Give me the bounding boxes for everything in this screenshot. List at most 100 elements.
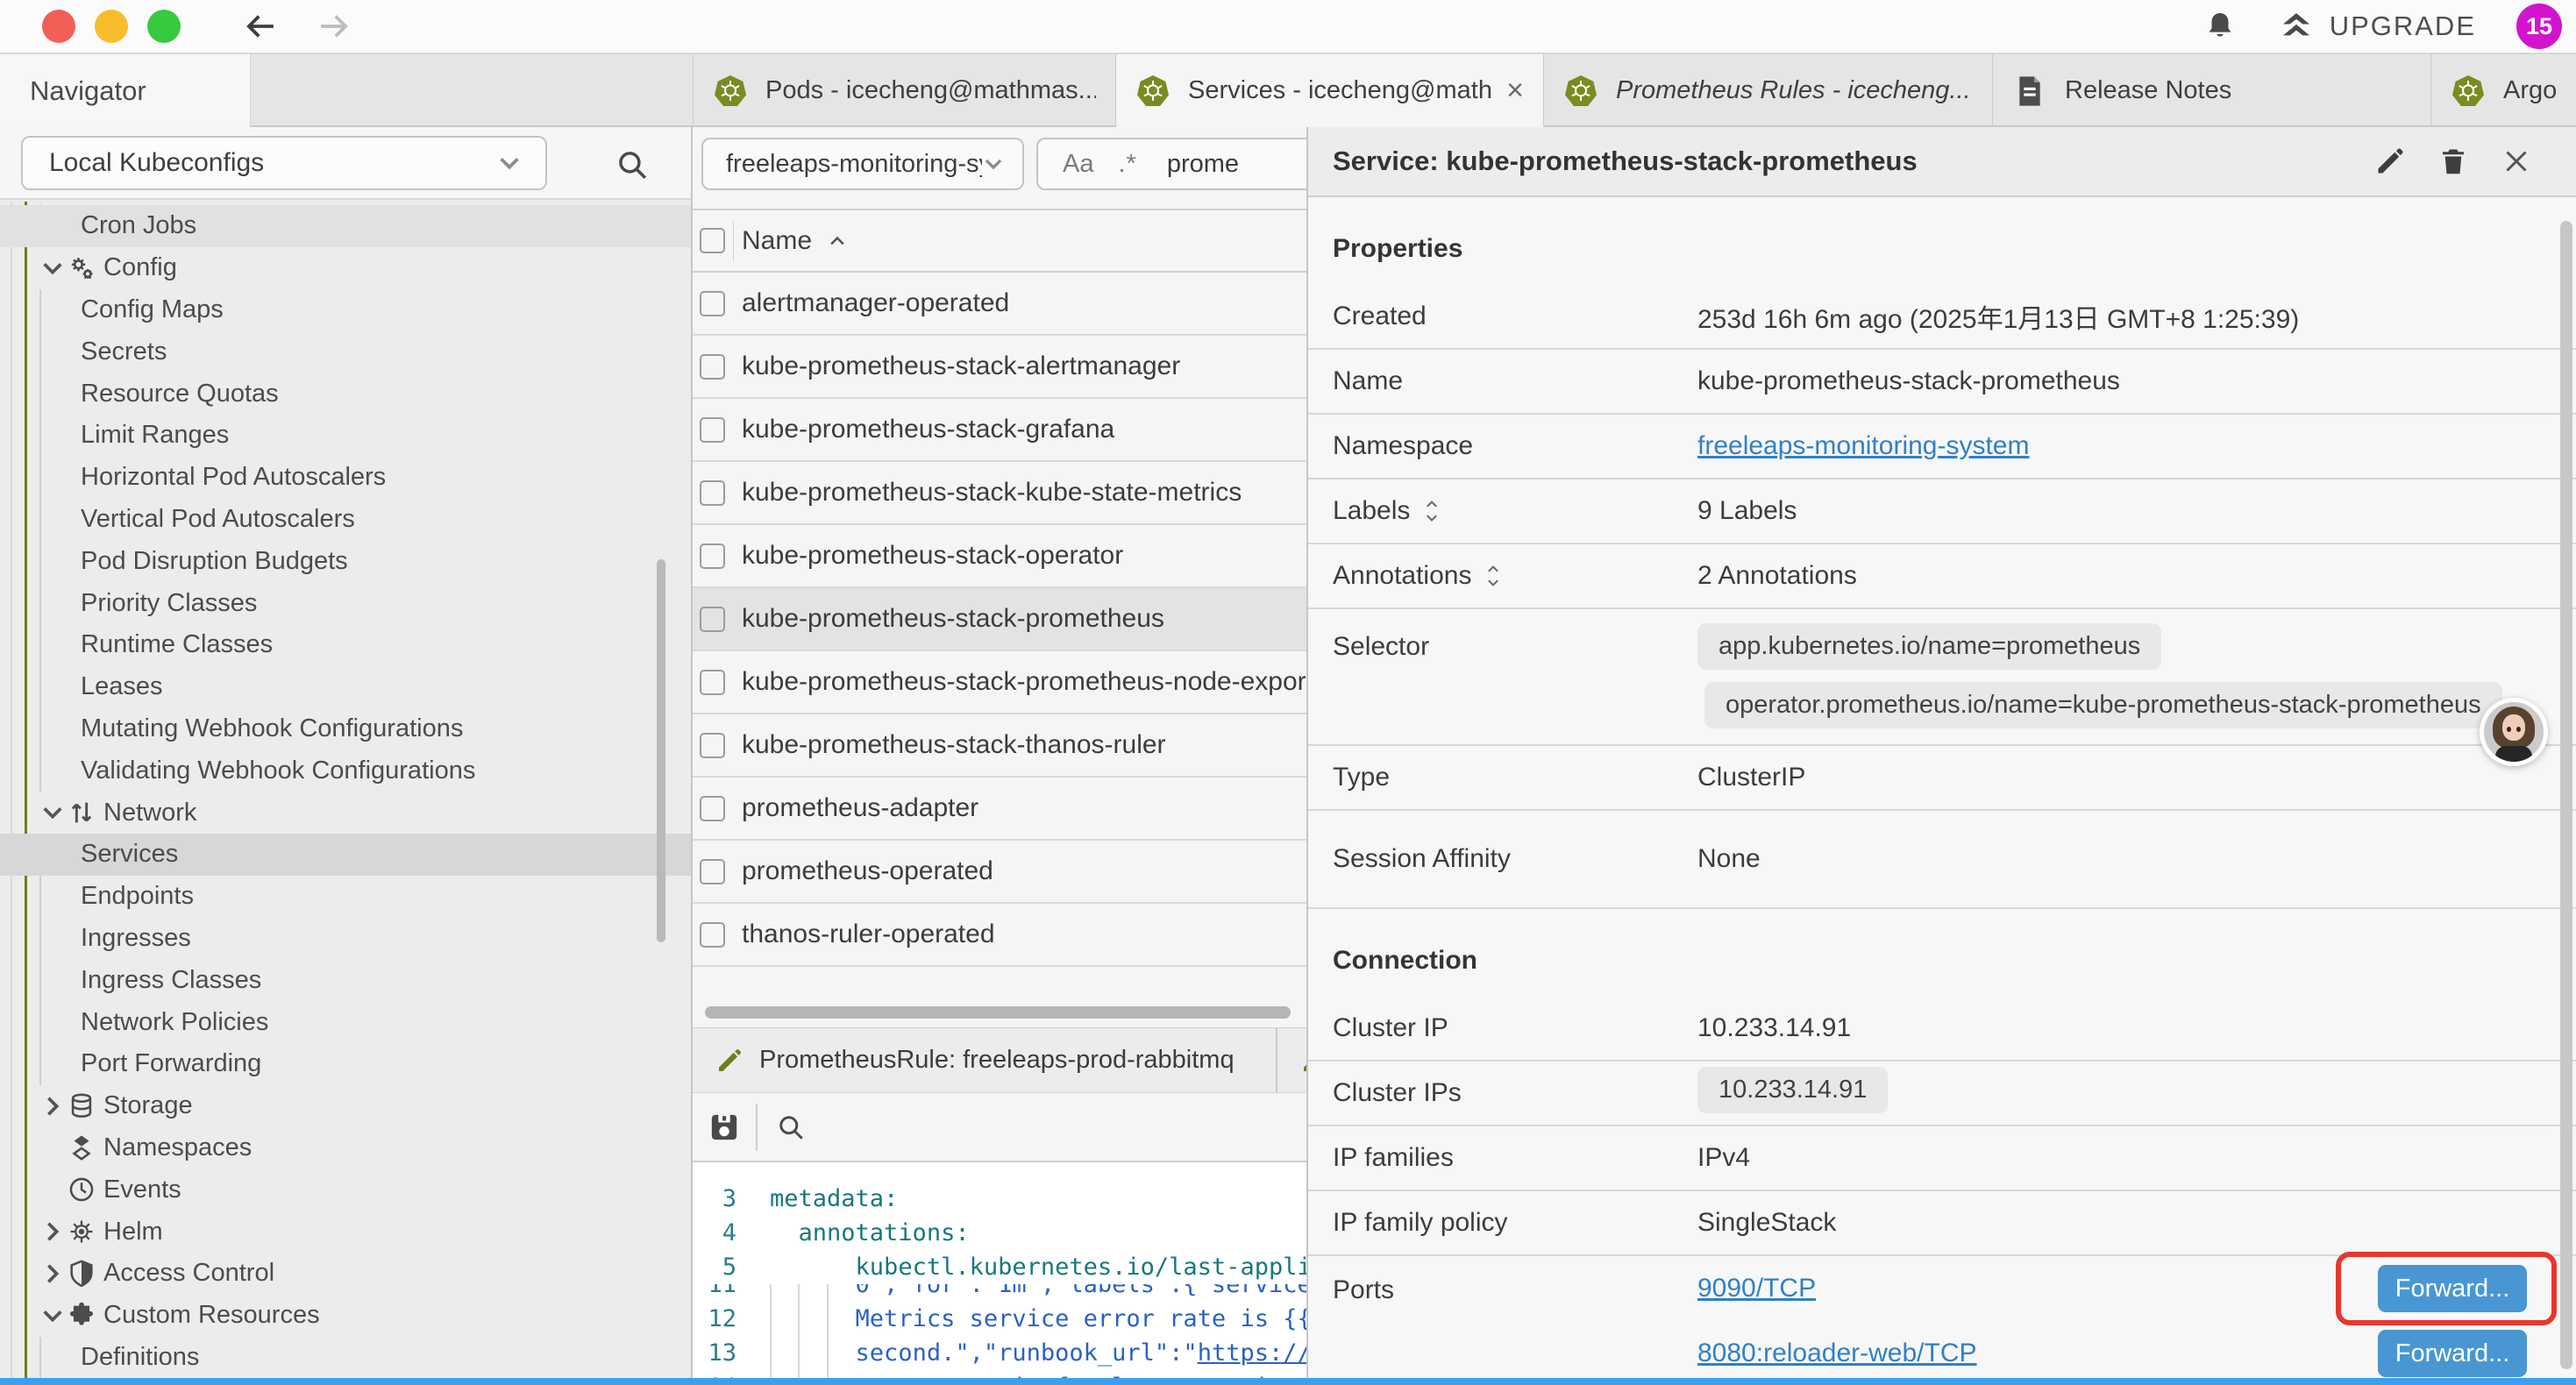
sidebar-item-config[interactable]: Config <box>0 247 691 289</box>
tab-pods-icecheng-mathmas[interactable]: Pods - icecheng@mathmas... × <box>694 54 1116 127</box>
sidebar-item-mutating-webhook-configurations[interactable]: Mutating Webhook Configurations <box>0 708 691 750</box>
kubeconfig-selector[interactable]: Local Kubeconfigs <box>21 136 547 190</box>
sidebar-item-priority-classes[interactable]: Priority Classes <box>0 582 691 624</box>
table-row-7[interactable]: kube-prometheus-stack-thanos-ruler <box>693 714 1306 778</box>
port-link-8080-reloader-web-tcp[interactable]: 8080:reloader-web/TCP <box>1697 1339 1977 1368</box>
editor-tab-1[interactable] <box>1277 1028 1306 1092</box>
chevron-down-icon[interactable] <box>39 257 67 280</box>
row-checkbox[interactable] <box>700 417 725 443</box>
sidebar-search-icon[interactable] <box>614 146 651 183</box>
chevron-down-icon[interactable] <box>39 1304 67 1327</box>
selector-chip[interactable]: app.kubernetes.io/name=prometheus <box>1697 623 2161 670</box>
edit-button[interactable] <box>2374 146 2406 177</box>
yaml-editor[interactable]: 3metadata:4annotations:5kubectl.kubernet… <box>693 1162 1306 1378</box>
row-checkbox[interactable] <box>700 670 725 695</box>
sidebar-item-access-control[interactable]: Access Control <box>0 1253 691 1295</box>
close-window-button[interactable] <box>42 10 75 43</box>
table-row-10[interactable]: thanos-ruler-operated <box>693 904 1306 967</box>
row-checkbox[interactable] <box>700 922 725 948</box>
close-button[interactable] <box>2501 146 2532 177</box>
sidebar-item-port-forwarding[interactable]: Port Forwarding <box>0 1043 691 1085</box>
sidebar-item-horizontal-pod-autoscalers[interactable]: Horizontal Pod Autoscalers <box>0 457 691 499</box>
tab-prometheus-rules-icecheng[interactable]: Prometheus Rules - icecheng... × <box>1544 54 1993 127</box>
table-row-8[interactable]: prometheus-adapter <box>693 778 1306 841</box>
row-checkbox[interactable] <box>700 859 725 884</box>
back-arrow-icon[interactable] <box>242 8 279 45</box>
chevron-down-icon[interactable] <box>39 801 67 824</box>
editor-search-icon[interactable] <box>775 1112 807 1143</box>
chevron-right-icon[interactable] <box>39 1220 67 1243</box>
selector-chip[interactable]: operator.prometheus.io/name=kube-prometh… <box>1704 682 2502 728</box>
table-row-2[interactable]: kube-prometheus-stack-grafana <box>693 399 1306 462</box>
row-checkbox[interactable] <box>700 480 725 506</box>
drawer-scrollbar-thumb[interactable] <box>2560 221 2572 1369</box>
row-checkbox[interactable] <box>700 733 725 758</box>
expand-collapse-icon[interactable] <box>1422 498 1441 524</box>
regex-toggle[interactable]: .* <box>1118 150 1136 179</box>
sidebar-item-runtime-classes[interactable]: Runtime Classes <box>0 624 691 666</box>
row-checkbox[interactable] <box>700 354 725 380</box>
save-icon[interactable] <box>707 1110 742 1145</box>
name-column-header[interactable]: Name <box>742 210 847 271</box>
sidebar-item-secrets[interactable]: Secrets <box>0 330 691 373</box>
sidebar-item-custom-resources[interactable]: Custom Resources <box>0 1295 691 1337</box>
sidebar-item-network[interactable]: Network <box>0 792 691 834</box>
tab-argo-se[interactable]: Argo Se × <box>2431 54 2576 127</box>
sidebar-scrollbar-thumb[interactable] <box>657 559 665 942</box>
sidebar-item-events[interactable]: Events <box>0 1168 691 1211</box>
close-tab-icon[interactable]: × <box>1506 74 1524 108</box>
sidebar-item-validating-webhook-configurations[interactable]: Validating Webhook Configurations <box>0 749 691 792</box>
sidebar-item-network-policies[interactable]: Network Policies <box>0 1001 691 1043</box>
horizontal-scrollbar-thumb[interactable] <box>705 1006 1291 1019</box>
table-row-3[interactable]: kube-prometheus-stack-kube-state-metrics <box>693 462 1306 525</box>
sidebar-item-helm[interactable]: Helm <box>0 1211 691 1253</box>
row-checkbox[interactable] <box>700 543 725 569</box>
minimize-window-button[interactable] <box>95 10 128 43</box>
forward-button[interactable]: Forward... <box>2378 1330 2527 1377</box>
chevron-right-icon[interactable] <box>39 1262 67 1285</box>
user-avatar[interactable] <box>2480 698 2548 766</box>
sidebar-item-leases[interactable]: Leases <box>0 666 691 708</box>
sidebar-item-services[interactable]: Services <box>0 834 691 876</box>
table-row-0[interactable]: alertmanager-operated <box>693 273 1306 336</box>
namespace-link[interactable]: freeleaps-monitoring-system <box>1697 431 2029 460</box>
tab-navigator[interactable]: Navigator <box>0 54 251 127</box>
sidebar-item-config-maps[interactable]: Config Maps <box>0 289 691 331</box>
bell-icon[interactable] <box>2203 9 2237 44</box>
tab-services-icecheng-math[interactable]: Services - icecheng@math... × <box>1116 54 1544 127</box>
sidebar-item-limit-ranges[interactable]: Limit Ranges <box>0 415 691 457</box>
expand-collapse-icon[interactable] <box>1484 563 1503 589</box>
forward-button[interactable]: Forward... <box>2378 1265 2527 1312</box>
sidebar-item-storage[interactable]: Storage <box>0 1085 691 1127</box>
sidebar-item-ingresses[interactable]: Ingresses <box>0 918 691 960</box>
namespace-filter-select[interactable]: freeleaps-monitoring-system <box>701 138 1024 190</box>
sidebar-item-endpoints[interactable]: Endpoints <box>0 876 691 918</box>
table-row-9[interactable]: prometheus-operated <box>693 841 1306 904</box>
upgrade-button[interactable]: UPGRADE <box>2277 9 2476 44</box>
resource-search-input[interactable]: Aa .* prome <box>1036 138 1306 190</box>
row-checkbox[interactable] <box>700 796 725 821</box>
table-row-5[interactable]: kube-prometheus-stack-prometheus <box>693 588 1306 651</box>
sidebar-item-definitions[interactable]: Definitions <box>0 1337 691 1378</box>
sidebar-item-resource-quotas[interactable]: Resource Quotas <box>0 373 691 415</box>
delete-button[interactable] <box>2437 146 2469 177</box>
port-link-9090-tcp[interactable]: 9090/TCP <box>1697 1274 1816 1303</box>
zoom-window-button[interactable] <box>147 10 181 43</box>
sidebar-item-pod-disruption-budgets[interactable]: Pod Disruption Budgets <box>0 540 691 582</box>
table-row-1[interactable]: kube-prometheus-stack-alertmanager <box>693 336 1306 399</box>
table-row-4[interactable]: kube-prometheus-stack-operator <box>693 525 1306 588</box>
select-all-checkbox[interactable] <box>700 228 725 253</box>
editor-tab-prometheusrule-freeleaps-prod-rabbitmq[interactable]: PrometheusRule: freeleaps-prod-rabbitmq <box>693 1028 1277 1092</box>
tab-release-notes[interactable]: Release Notes × <box>1993 54 2431 127</box>
forward-arrow-icon[interactable] <box>316 8 352 45</box>
notification-count-badge[interactable]: 15 <box>2516 4 2562 49</box>
row-checkbox[interactable] <box>700 291 725 316</box>
table-row-6[interactable]: kube-prometheus-stack-prometheus-node-ex… <box>693 651 1306 714</box>
match-case-toggle[interactable]: Aa <box>1063 150 1093 179</box>
sidebar-item-cron-jobs[interactable]: Cron Jobs <box>0 205 691 247</box>
sidebar-item-ingress-classes[interactable]: Ingress Classes <box>0 959 691 1001</box>
row-checkbox[interactable] <box>700 607 725 632</box>
sidebar-item-vertical-pod-autoscalers[interactable]: Vertical Pod Autoscalers <box>0 499 691 541</box>
chevron-right-icon[interactable] <box>39 1095 67 1118</box>
cluster-ip-chip[interactable]: 10.233.14.91 <box>1697 1067 1888 1113</box>
